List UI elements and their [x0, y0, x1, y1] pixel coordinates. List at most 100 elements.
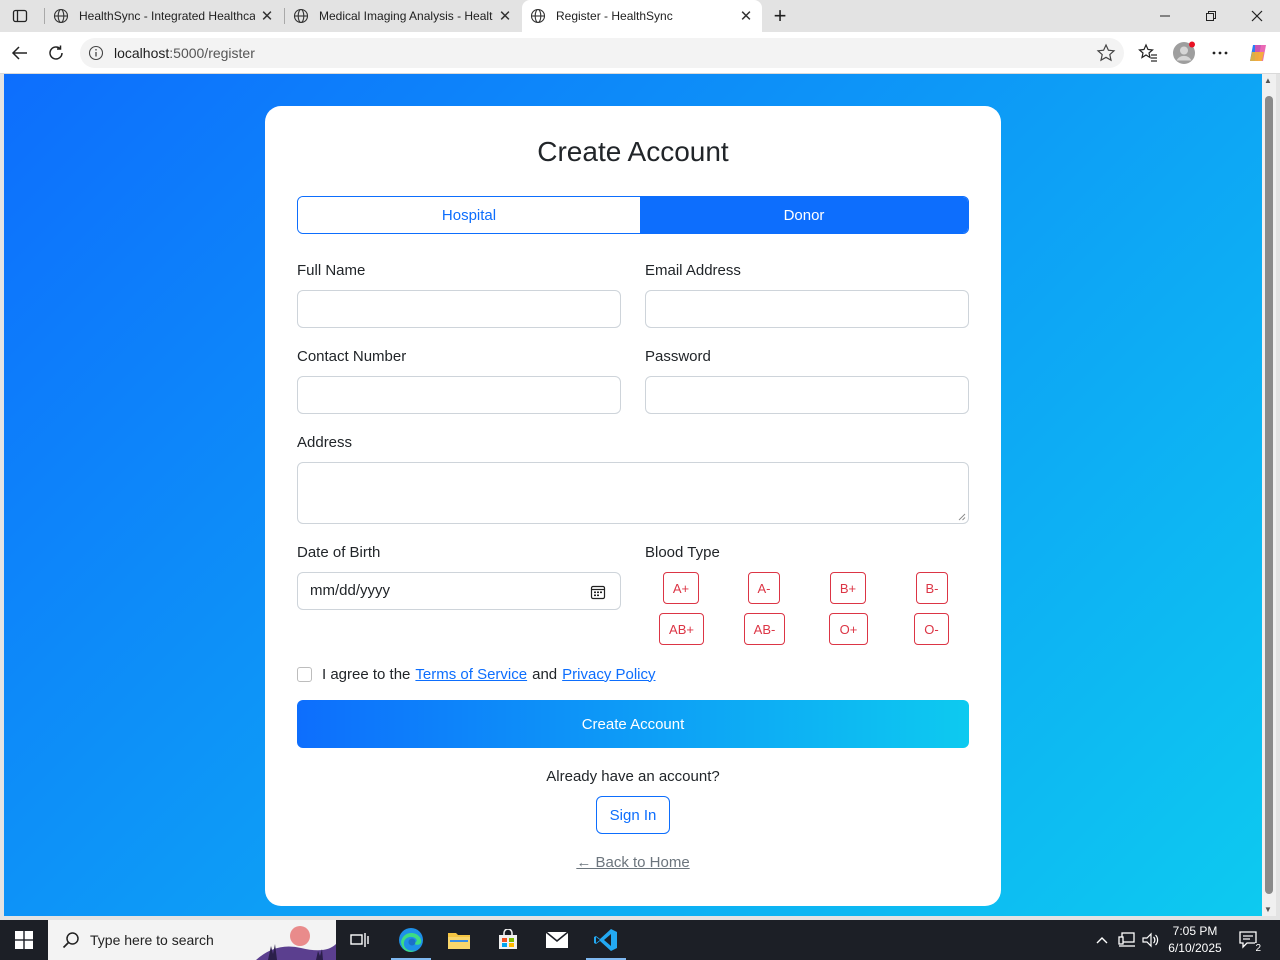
- full-name-input[interactable]: [297, 290, 621, 328]
- restore-button[interactable]: [1188, 0, 1234, 32]
- already-have-account-text: Already have an account?: [546, 768, 720, 785]
- network-button[interactable]: [1116, 920, 1138, 960]
- blood-type-b-negative[interactable]: B-: [916, 572, 948, 604]
- favorite-star-icon[interactable]: [1096, 43, 1116, 63]
- dob-label: Date of Birth: [297, 544, 381, 561]
- back-button[interactable]: [5, 38, 35, 68]
- blood-type-a-negative[interactable]: A-: [748, 572, 780, 604]
- blood-type-a-positive[interactable]: A+: [663, 572, 699, 604]
- settings-more-button[interactable]: [1205, 38, 1235, 68]
- address-textarea[interactable]: [297, 462, 969, 524]
- blood-type-o-negative[interactable]: O-: [914, 613, 949, 645]
- globe-icon: [53, 8, 69, 24]
- favorites-button[interactable]: [1133, 38, 1163, 68]
- minimize-icon: [1160, 15, 1170, 17]
- back-to-home-link[interactable]: ← Back to Home: [265, 854, 1001, 871]
- create-account-button[interactable]: Create Account: [297, 700, 969, 748]
- close-tab-icon[interactable]: ✕: [734, 4, 758, 28]
- page-title: Create Account: [537, 136, 729, 167]
- mail-button[interactable]: [533, 920, 581, 960]
- start-button[interactable]: [0, 920, 48, 960]
- privacy-policy-link[interactable]: Privacy Policy: [562, 666, 655, 683]
- dob-placeholder: mm/dd/yyyy: [310, 582, 391, 599]
- edge-taskbar-button[interactable]: [387, 920, 435, 960]
- close-window-button[interactable]: [1234, 0, 1280, 32]
- email-input[interactable]: [645, 290, 969, 328]
- blood-type-ab-positive[interactable]: AB+: [659, 613, 704, 645]
- profile-avatar-icon: [1173, 41, 1195, 64]
- notification-count-badge: 2: [1255, 943, 1261, 954]
- calendar-icon[interactable]: [590, 584, 606, 600]
- file-explorer-button[interactable]: [435, 920, 483, 960]
- task-view-icon: [350, 933, 369, 947]
- blood-type-b-positive[interactable]: B+: [830, 572, 866, 604]
- agree-and: and: [532, 665, 558, 683]
- tab-actions-button[interactable]: [0, 0, 40, 32]
- store-icon: [499, 929, 517, 949]
- folder-icon: [448, 933, 470, 949]
- tab-actions-icon: [12, 9, 28, 23]
- copilot-button[interactable]: [1243, 38, 1273, 68]
- sign-in-button[interactable]: Sign In: [596, 796, 670, 834]
- favorites-list-icon: [1138, 43, 1157, 62]
- reload-icon: [49, 45, 63, 60]
- close-icon: [1251, 10, 1263, 22]
- reload-button[interactable]: [41, 38, 71, 68]
- tab-medical-imaging[interactable]: Medical Imaging Analysis - Healt ✕: [285, 0, 521, 32]
- chevron-up-icon: [1096, 937, 1108, 944]
- volume-button[interactable]: [1140, 920, 1162, 960]
- account-type-donor[interactable]: Donor: [640, 197, 968, 233]
- address-bar[interactable]: localhost:5000/register: [80, 38, 1124, 68]
- task-view-button[interactable]: [336, 920, 384, 960]
- contact-number-label: Contact Number: [297, 348, 407, 365]
- browser-tab-bar: HealthSync - Integrated Healthca ✕ Medic…: [0, 0, 1280, 32]
- notification-center-button[interactable]: 2: [1234, 920, 1264, 960]
- taskbar-search-box[interactable]: Type here to search: [48, 920, 336, 960]
- new-tab-button[interactable]: +: [766, 0, 794, 32]
- microsoft-store-button[interactable]: [484, 920, 532, 960]
- account-type-hospital[interactable]: Hospital: [298, 197, 640, 233]
- taskbar-clock[interactable]: 7:05 PM 6/10/2025: [1164, 923, 1226, 957]
- mail-icon: [545, 931, 569, 948]
- blood-type-ab-negative[interactable]: AB-: [744, 613, 785, 645]
- clock-date: 6/10/2025: [1168, 941, 1222, 955]
- window-frame-right: [1276, 74, 1280, 916]
- password-input[interactable]: [645, 376, 969, 414]
- close-tab-icon[interactable]: ✕: [255, 4, 279, 28]
- url-text: localhost:5000/register: [114, 45, 255, 61]
- tab-register[interactable]: Register - HealthSync ✕: [522, 0, 762, 32]
- minimize-button[interactable]: [1142, 0, 1188, 32]
- resize-grip-icon[interactable]: [958, 513, 966, 521]
- address-label: Address: [297, 434, 353, 451]
- globe-icon: [293, 8, 309, 24]
- vscode-button[interactable]: [582, 920, 630, 960]
- profile-button[interactable]: [1169, 38, 1199, 68]
- edge-icon: [399, 928, 423, 952]
- scroll-down-arrow-icon[interactable]: ▼: [1264, 905, 1272, 914]
- tab-title: HealthSync - Integrated Healthca: [79, 9, 255, 23]
- contact-number-input[interactable]: [297, 376, 621, 414]
- register-card: Create Account Hospital Donor Full Name …: [265, 106, 1001, 906]
- vscode-icon: [594, 929, 617, 951]
- search-placeholder: Type here to search: [90, 932, 214, 948]
- blood-type-o-positive[interactable]: O+: [829, 613, 868, 645]
- copilot-icon: [1250, 45, 1266, 61]
- dob-input[interactable]: mm/dd/yyyy: [297, 572, 621, 610]
- more-dots-icon: [1212, 51, 1228, 55]
- site-info-icon[interactable]: [88, 45, 104, 61]
- terms-of-service-link[interactable]: Terms of Service: [415, 666, 527, 683]
- tab-healthsync-home[interactable]: HealthSync - Integrated Healthca ✕: [45, 0, 283, 32]
- close-tab-icon[interactable]: ✕: [493, 4, 517, 28]
- browser-toolbar: localhost:5000/register: [0, 32, 1280, 74]
- show-hidden-icons-button[interactable]: [1092, 920, 1112, 960]
- password-label: Password: [645, 348, 711, 365]
- terms-agreement: I agree to the Terms of Service and Priv…: [297, 664, 660, 684]
- tab-title: Medical Imaging Analysis - Healt: [319, 9, 493, 23]
- scroll-up-arrow-icon[interactable]: ▲: [1264, 76, 1272, 85]
- search-highlight-illustration: [256, 920, 336, 960]
- globe-icon: [530, 8, 546, 24]
- terms-checkbox[interactable]: [297, 666, 312, 682]
- scrollbar-thumb[interactable]: [1265, 96, 1273, 894]
- page-scrollbar[interactable]: ▲ ▼: [1262, 74, 1276, 916]
- full-name-label: Full Name: [297, 262, 366, 279]
